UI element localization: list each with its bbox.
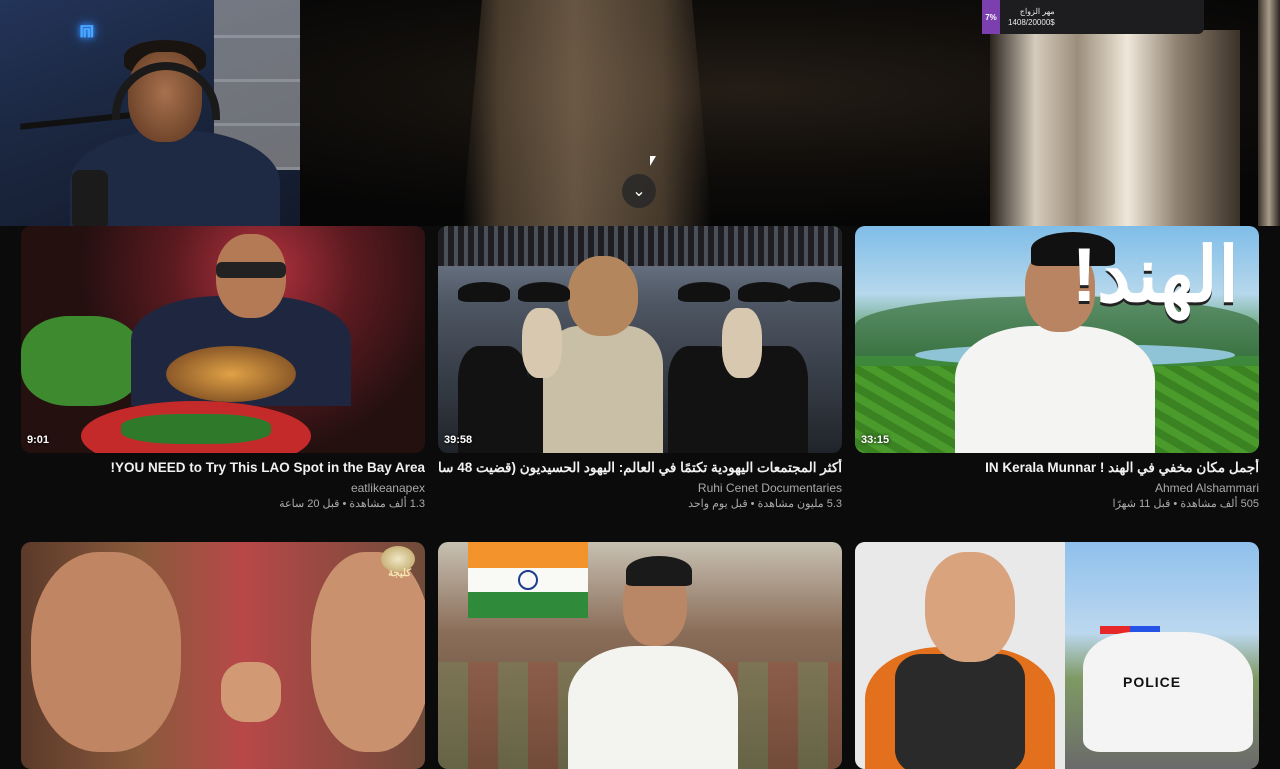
video-title[interactable]: أجمل مكان مخفي في الهند ! IN Kerala Munn… — [855, 459, 1259, 477]
thumbnail-text: الهند! — [1071, 233, 1239, 318]
thumb-art — [221, 662, 281, 722]
video-meta: 1.3 ألف مشاهدة • قبل 20 ساعة — [279, 498, 425, 510]
video-duration: 39:58 — [444, 434, 473, 446]
video-meta: 5.3 مليون مشاهدة • قبل يوم واحد — [688, 498, 842, 510]
thumb-art — [216, 262, 286, 278]
background-curtain-edge — [1258, 0, 1280, 226]
donation-progress: 7% — [982, 0, 1000, 34]
donation-percent: 7% — [985, 12, 997, 22]
thumb-art — [458, 282, 510, 302]
neon-logo-icon: ⩎ — [80, 16, 94, 43]
donation-title: مهر الزواج — [1019, 7, 1055, 16]
video-card[interactable] — [438, 542, 842, 769]
thumb-art — [738, 282, 790, 302]
channel-name[interactable]: eatlikeanapex — [21, 481, 425, 496]
streamer-webcam: ⩎ — [0, 0, 300, 226]
video-meta: 505 ألف مشاهدة • قبل 11 شهرًا — [1112, 498, 1259, 510]
thumb-art — [166, 346, 296, 402]
microphone-icon — [72, 170, 108, 226]
thumb-art — [311, 552, 425, 752]
thumb-art — [925, 552, 1015, 662]
video-card[interactable]: 39:58 أكثر المجتمعات اليهودية تكتمًا في … — [438, 226, 842, 512]
thumb-art — [522, 308, 562, 378]
video-duration: 33:15 — [861, 434, 890, 446]
video-thumbnail[interactable] — [438, 542, 842, 769]
thumb-art — [678, 282, 730, 302]
video-title[interactable]: YOU NEED to Try This LAO Spot in the Bay… — [21, 459, 425, 477]
video-player[interactable]: ⩎ ⌄ 7% مهر الزواج 1408/20000$ — [0, 0, 1280, 226]
indian-flag-icon — [468, 542, 588, 618]
video-card[interactable]: كليجة — [21, 542, 425, 769]
thumb-art — [895, 654, 1025, 769]
thumb-art — [21, 316, 141, 406]
background-curtain-right — [990, 30, 1240, 226]
video-info: أجمل مكان مخفي في الهند ! IN Kerala Munn… — [855, 453, 1259, 512]
video-info: أكثر المجتمعات اليهودية تكتمًا في العالم… — [438, 453, 842, 512]
video-card[interactable]: الهند! 33:15 أجمل مكان مخفي في الهند ! I… — [855, 226, 1259, 512]
thumb-art — [518, 282, 570, 302]
thumb-art — [626, 556, 692, 586]
donation-amount: 1408/20000$ — [1008, 18, 1055, 27]
thumb-art — [788, 282, 840, 302]
collapse-button[interactable]: ⌄ — [622, 174, 656, 208]
police-car — [1083, 632, 1253, 752]
chevron-down-icon: ⌄ — [632, 183, 646, 200]
channel-name[interactable]: Ahmed Alshammari — [855, 481, 1259, 496]
headphones-icon — [112, 62, 220, 120]
thumb-art — [722, 308, 762, 378]
video-thumbnail[interactable]: 9:01 — [21, 226, 425, 453]
thumbnail-text: كليجة — [388, 568, 411, 579]
video-grid: 9:01 YOU NEED to Try This LAO Spot in th… — [0, 226, 1280, 769]
thumb-art — [31, 552, 181, 752]
mouse-cursor-icon — [650, 156, 656, 166]
video-thumbnail[interactable]: POLICE — [855, 542, 1259, 769]
video-card[interactable]: POLICE — [855, 542, 1259, 769]
video-duration: 9:01 — [27, 434, 50, 446]
background-curtain — [462, 0, 712, 226]
donation-goal-widget: 7% مهر الزواج 1408/20000$ — [982, 0, 1204, 34]
video-info: YOU NEED to Try This LAO Spot in the Bay… — [21, 453, 425, 512]
thumb-art — [438, 226, 842, 266]
video-title[interactable]: أكثر المجتمعات اليهودية تكتمًا في العالم… — [438, 459, 842, 477]
thumb-art — [121, 414, 271, 444]
thumb-art — [955, 326, 1155, 453]
video-card[interactable]: 9:01 YOU NEED to Try This LAO Spot in th… — [21, 226, 425, 512]
video-thumbnail[interactable]: كليجة — [21, 542, 425, 769]
video-thumbnail[interactable]: 39:58 — [438, 226, 842, 453]
donation-text: مهر الزواج 1408/20000$ — [1008, 6, 1055, 28]
thumb-art — [568, 646, 738, 769]
police-label: POLICE — [1123, 674, 1182, 690]
channel-name[interactable]: Ruhi Cenet Documentaries — [438, 481, 842, 496]
thumb-art — [568, 256, 638, 336]
video-thumbnail[interactable]: الهند! 33:15 — [855, 226, 1259, 453]
